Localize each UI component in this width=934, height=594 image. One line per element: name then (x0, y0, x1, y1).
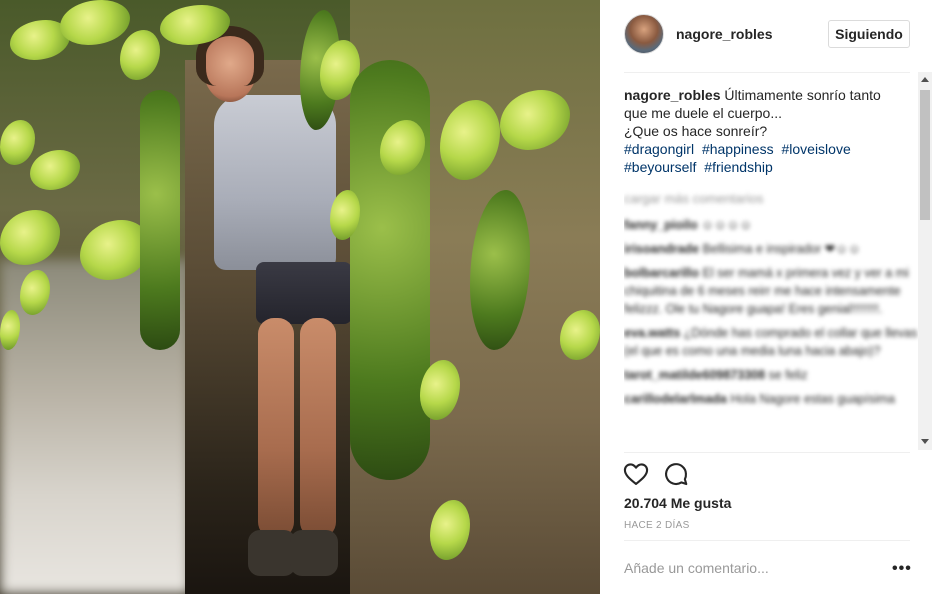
heart-icon[interactable] (622, 460, 650, 488)
comment-text: se feliz (768, 368, 808, 382)
post-side-panel: nagore_robles Siguiendo nagore_robles Úl… (600, 0, 934, 594)
comment-divider (624, 540, 910, 541)
comments-scrollbar[interactable] (918, 72, 932, 450)
likes-count[interactable]: 20.704 Me gusta (624, 495, 731, 511)
photo-leaf (0, 120, 35, 165)
list-item: fanny_pioilo ☺☺☺☺ (624, 216, 918, 234)
speech-bubble-icon[interactable] (662, 460, 690, 488)
blurred-comments: cargar más comentarios fanny_pioilo ☺☺☺☺… (624, 190, 918, 408)
list-item: carillodelarlmada Hola Nagore estas guap… (624, 390, 918, 408)
photo-person-shoe-right (290, 530, 338, 576)
list-item: bolbarcarillo El ser mamá x primera vez … (624, 264, 918, 318)
hashtag-link[interactable]: #happiness (702, 140, 774, 158)
scroll-up-arrow-icon[interactable] (921, 77, 929, 82)
list-item: tarot_matilde609873308 se feliz (624, 366, 918, 384)
hashtag-link[interactable]: #loveislove (781, 140, 850, 158)
comment-text: Bellisima e inspirador ❤☺☺ (702, 242, 861, 256)
post-timestamp[interactable]: HACE 2 DÍAS (624, 520, 690, 531)
comment-username[interactable]: fanny_pioilo (624, 218, 698, 232)
photo-leaf (0, 210, 60, 265)
comment-text: ☺☺☺☺ (701, 218, 753, 232)
photo-leaf (60, 0, 130, 45)
add-comment-field[interactable]: Añade un comentario... (624, 560, 854, 576)
comment-username[interactable]: carillodelarlmada (624, 392, 727, 406)
post-header: nagore_robles Siguiendo (600, 0, 934, 72)
caption-text-line1: Últimamente sonrío tanto (720, 87, 881, 103)
caption-hashtags: #dragongirl #happiness #loveislove #beyo… (624, 140, 918, 176)
comment-text: Hola Nagore estas guapísima (730, 392, 895, 406)
scroll-thumb[interactable] (920, 90, 930, 220)
list-item: eva.watts ¿Dónde has comprado el collar … (624, 324, 918, 360)
header-divider (624, 72, 910, 73)
photo-person-shoe-left (248, 530, 296, 576)
comment-username[interactable]: bolbarcarillo (624, 266, 699, 280)
scroll-down-arrow-icon[interactable] (921, 439, 929, 444)
hashtag-link[interactable]: #beyourself (624, 158, 696, 176)
comment-username[interactable]: tarot_matilde609873308 (624, 368, 765, 382)
hashtag-link[interactable]: #friendship (704, 158, 773, 176)
ellipsis-icon[interactable]: ••• (892, 560, 912, 578)
photo-vine (140, 90, 180, 350)
caption-username[interactable]: nagore_robles (624, 87, 720, 103)
photo-person-leg-left (258, 318, 294, 538)
following-button[interactable]: Siguiendo (828, 20, 910, 48)
photo-person-shorts (256, 262, 352, 324)
post-username[interactable]: nagore_robles (676, 26, 772, 42)
caption-text-line3: ¿Que os hace sonreír? (624, 123, 768, 139)
actions-divider (624, 452, 910, 453)
photo-leaf (30, 150, 80, 190)
comments-list[interactable]: nagore_robles Últimamente sonrío tanto q… (624, 86, 918, 452)
photo-person-leg-right (300, 318, 336, 538)
comment-username[interactable]: irisoandrade (624, 242, 699, 256)
post-caption: nagore_robles Últimamente sonrío tanto q… (624, 86, 918, 176)
post-photo[interactable] (0, 0, 600, 594)
caption-text-line2: que me duele el cuerpo... (624, 105, 782, 121)
comment-username[interactable]: eva.watts (624, 326, 680, 340)
photo-leaf (120, 30, 160, 80)
photo-vine (350, 60, 430, 480)
list-item: irisoandrade Bellisima e inspirador ❤☺☺ (624, 240, 918, 258)
hashtag-link[interactable]: #dragongirl (624, 140, 694, 158)
avatar[interactable] (624, 14, 664, 54)
load-more-comments[interactable]: cargar más comentarios (624, 190, 918, 208)
